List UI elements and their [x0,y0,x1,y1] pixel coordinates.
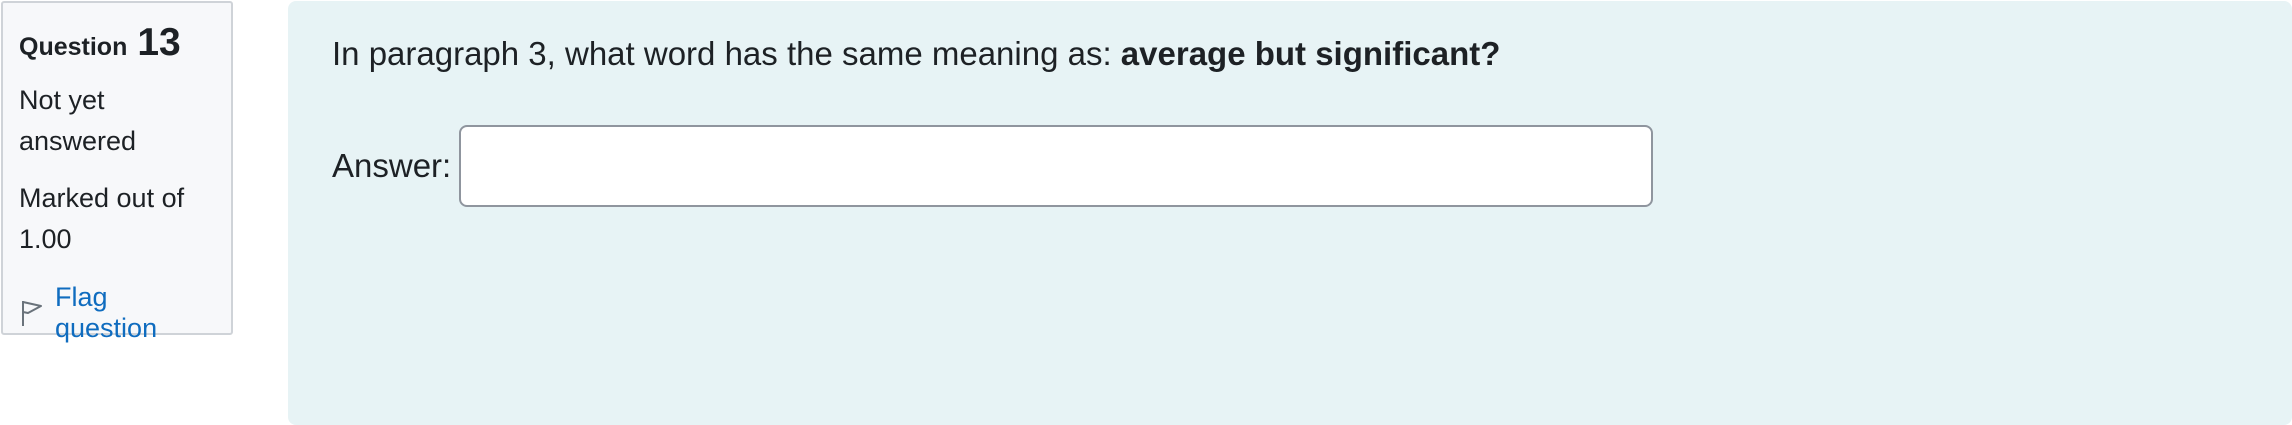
flag-question-link[interactable]: Flag question [55,282,215,344]
question-prompt-emphasis: average but significant? [1120,35,1501,72]
answer-label: Answer: [332,147,452,184]
question-number: 13 [137,21,181,64]
flag-icon[interactable] [19,298,45,328]
question-prompt-text: In paragraph 3, what word has the same m… [332,35,1121,72]
question-status: Not yet answered [19,85,137,156]
question-prompt: In paragraph 3, what word has the same m… [332,33,2248,75]
question-heading: Question 13 [19,23,215,62]
answer-row: Answer: [332,125,2248,207]
question-label: Question [19,33,128,61]
question-content-panel: In paragraph 3, what word has the same m… [288,1,2292,425]
question-info-panel: Question 13 Not yet answered Marked out … [1,1,233,343]
flag-question-button[interactable]: Flag question [19,282,215,344]
question-marks: Marked out of 1.00 [19,183,185,254]
answer-input[interactable] [459,125,1654,207]
